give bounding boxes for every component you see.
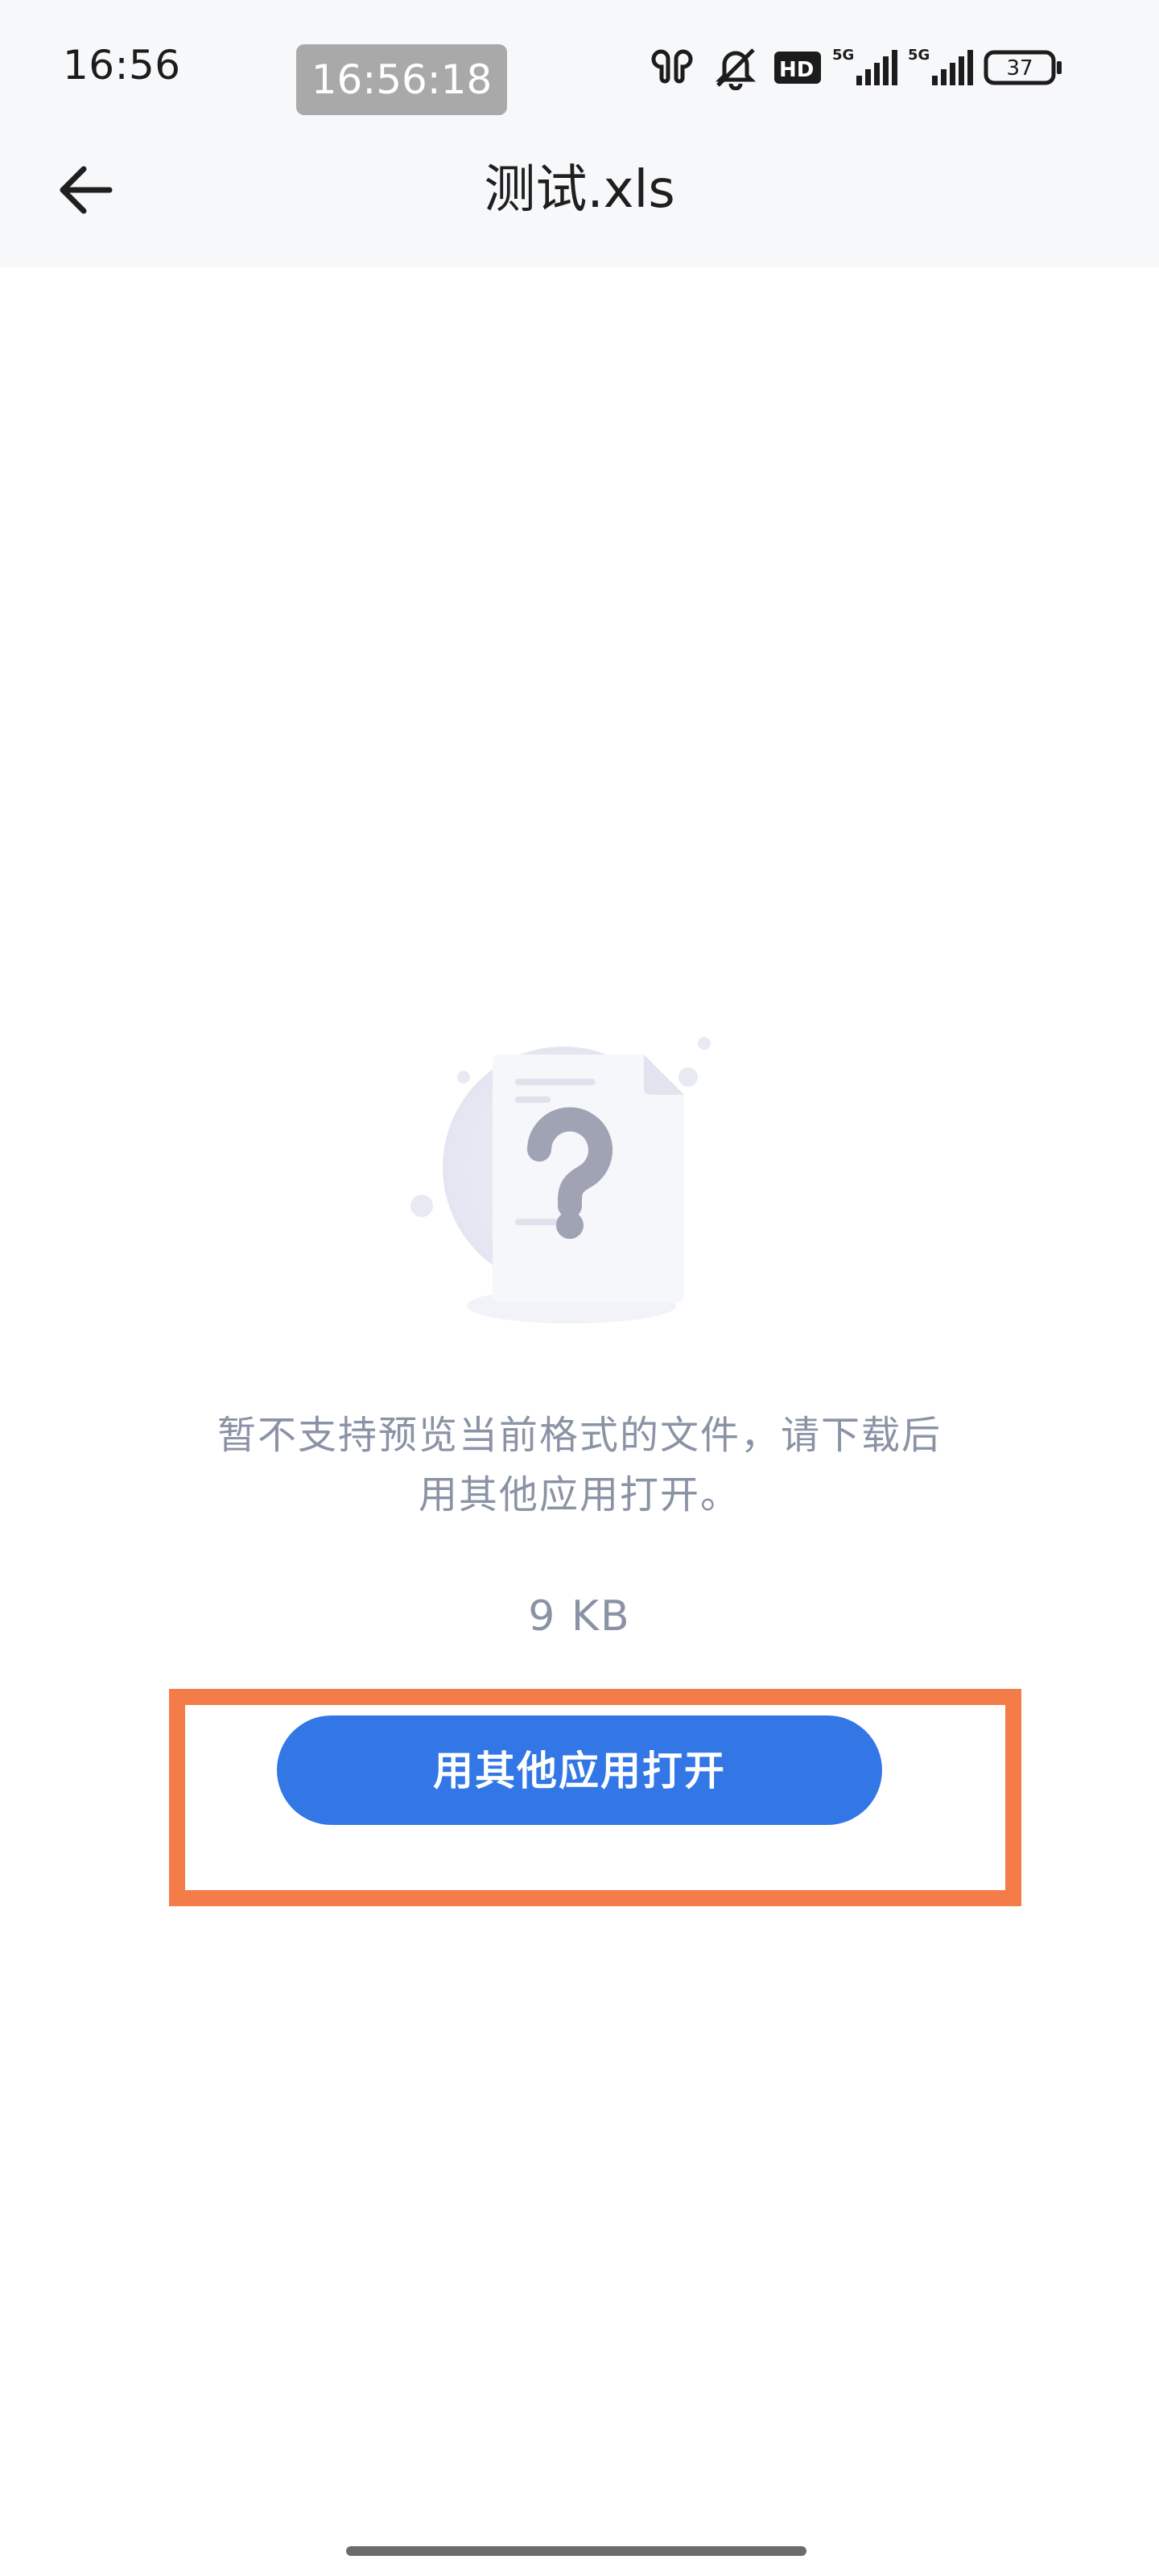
signal-5g-icon: 5G [832,47,897,85]
status-time: 16:56 [63,42,181,89]
earbuds-icon [651,49,693,84]
network-label: 5G [832,47,854,64]
battery-level: 37 [1006,56,1033,80]
open-with-other-app-button[interactable]: 用其他应用打开 [277,1715,882,1825]
hd-icon: HD [774,52,821,84]
file-size: 9 KB [528,1592,631,1641]
signal-5g-icon: 5G [908,47,973,85]
battery-icon: 37 [984,50,1062,85]
back-arrow-icon[interactable] [53,158,118,222]
network-label: 5G [908,47,930,64]
page-title-container: 测试.xls [0,158,1159,222]
top-bar: 16:56 16:56:18 HD 5G 5G 37 测试.xls [0,0,1159,267]
message-line-1: 暂不支持预览当前格式的文件，请下载后 [217,1413,942,1458]
message-line-2: 用其他应用打开。 [418,1472,740,1517]
document-question-icon [410,1037,711,1323]
hd-label: HD [779,58,814,82]
unsupported-preview-message: 暂不支持预览当前格式的文件，请下载后 用其他应用打开。 [129,1406,1030,1525]
clock-overlay: 16:56:18 [296,44,507,115]
page-title: 测试.xls [484,160,675,220]
mute-bell-icon [715,48,757,90]
home-indicator[interactable] [346,2546,806,2556]
